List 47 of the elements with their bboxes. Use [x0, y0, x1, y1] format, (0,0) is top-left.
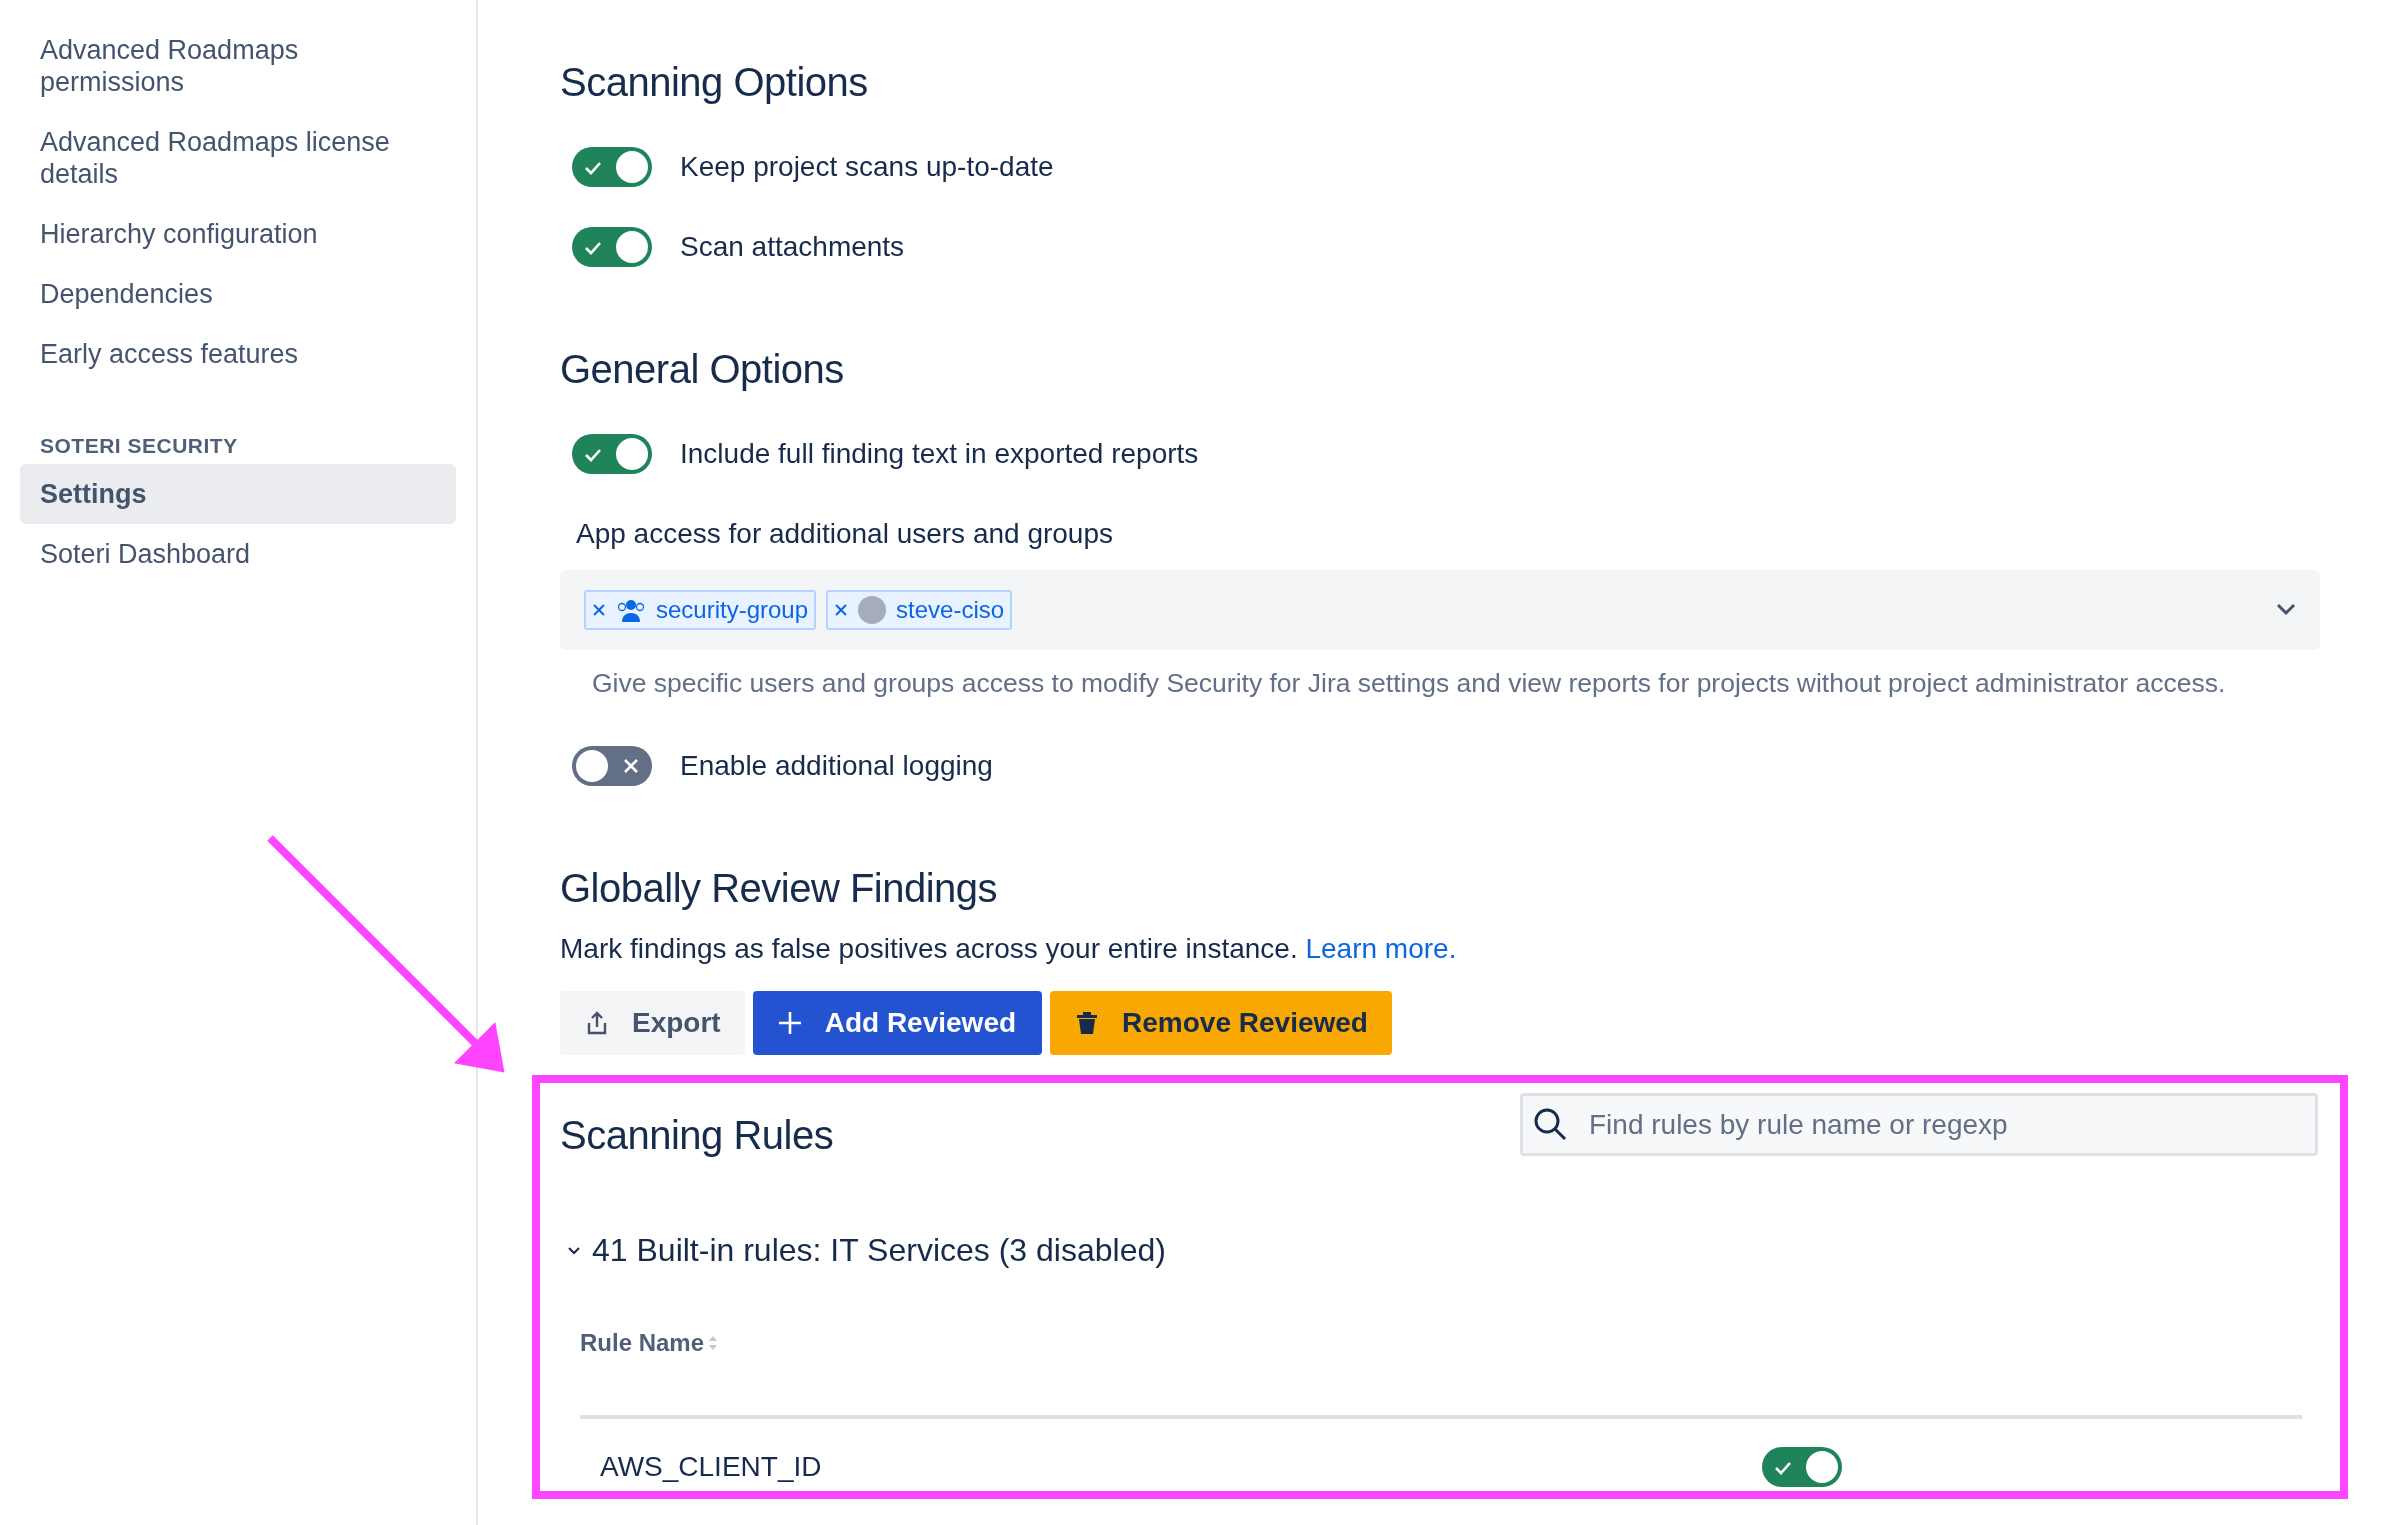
chevron-down-icon — [2276, 603, 2296, 617]
rule-group-header[interactable]: 41 Built-in rules: IT Services (3 disabled) — [568, 1232, 2318, 1269]
user-tag[interactable]: steve-ciso — [826, 590, 1013, 630]
action-button[interactable]: Remove Reviewed — [1050, 991, 1392, 1055]
toggle-switch[interactable] — [572, 227, 652, 267]
remove-icon — [834, 603, 849, 617]
section-title: Scanning Rules — [560, 1113, 834, 1158]
sidebar-item[interactable]: Advanced Roadmaps permissions — [20, 20, 456, 112]
sidebar-item[interactable]: Hierarchy configuration — [20, 204, 456, 264]
field-label: App access for additional users and groups — [575, 517, 1114, 551]
chevron-down-icon — [568, 1245, 580, 1256]
toggle-switch[interactable] — [572, 434, 652, 474]
avatar-icon — [858, 596, 887, 624]
sidebar-item[interactable]: Settings — [20, 464, 456, 524]
toggle-label: Include full finding text in exported reports — [680, 438, 1199, 470]
sort-icon — [708, 1335, 719, 1351]
action-button[interactable]: Add Reviewed — [752, 991, 1043, 1055]
section-title: Scanning Options — [560, 60, 869, 105]
help-text: Give specific users and groups access to modify Security for Jira settings and view reports for projects without project administrator access. — [591, 667, 2227, 700]
action-button[interactable]: Export — [560, 991, 745, 1055]
close-icon — [622, 757, 640, 775]
sidebar-item[interactable]: Advanced Roadmaps license details — [20, 112, 456, 204]
remove-icon — [592, 603, 606, 617]
sidebar-item[interactable]: Early access features — [20, 324, 456, 384]
toggle-label: Scan attachments — [680, 231, 905, 263]
toggle-switch[interactable] — [572, 746, 652, 786]
tag-label: security-group — [656, 596, 809, 624]
group-title: 41 Built-in rules: IT Services (3 disabled) — [592, 1232, 1166, 1269]
plus-icon — [776, 1010, 803, 1036]
tag-label: steve-ciso — [896, 596, 1005, 624]
section-title: Globally Review Findings — [560, 866, 999, 911]
rule-name: AWS_CLIENT_ID — [599, 1451, 823, 1483]
toggle-label: Keep project scans up-to-date — [680, 151, 1054, 183]
search-field[interactable]: Find rules by rule name or regexp — [1520, 1093, 2318, 1156]
toggle-switch[interactable] — [572, 147, 652, 187]
section-title: General Options — [560, 347, 845, 392]
toggle-label: Enable additional logging — [680, 750, 993, 782]
sidebar-item[interactable]: Dependencies — [20, 264, 456, 324]
learn-more-link[interactable]: Learn more. — [1305, 933, 1457, 964]
sidebar-item[interactable]: Soteri Dashboard — [20, 524, 456, 584]
user-tag[interactable]: security-group — [584, 590, 817, 630]
toggle-switch[interactable] — [1762, 1447, 1842, 1487]
search-icon — [1532, 1106, 1568, 1142]
description-text: Mark findings as false positives across your entire instance. Learn more. — [560, 933, 1458, 965]
people-icon — [616, 598, 646, 622]
section-heading: SOTERI SECURITY — [39, 433, 239, 459]
user-picker-field[interactable]: security-group steve-ciso — [560, 570, 2320, 650]
